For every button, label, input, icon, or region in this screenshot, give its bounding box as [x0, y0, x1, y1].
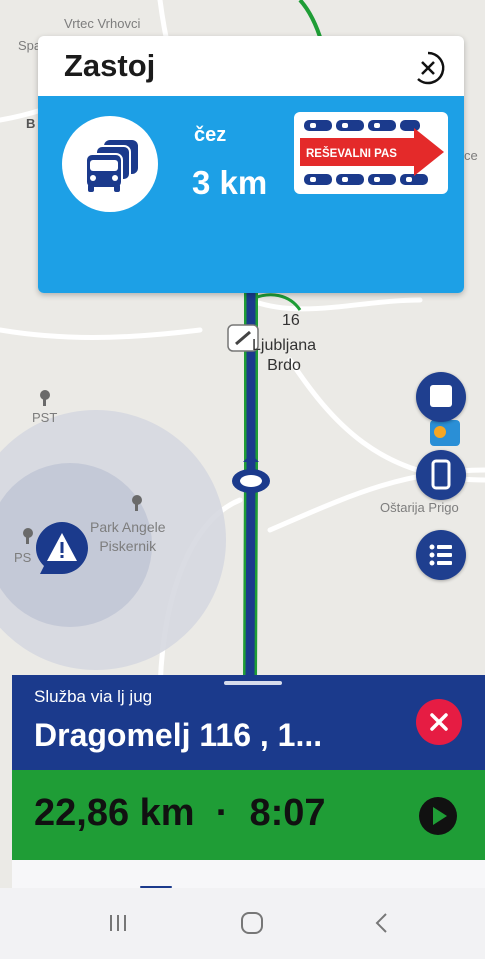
map-label: Vrtec Vrhovci [64, 16, 141, 31]
screen-button[interactable] [416, 450, 466, 500]
eta-text: 22,86 km · 8:07 [34, 792, 326, 834]
map-label: Oštarija Prigo [380, 500, 459, 515]
map-label: PST [32, 410, 58, 425]
lane-sign-text: REŠEVALNI PAS [306, 147, 397, 160]
list-button[interactable] [416, 530, 466, 580]
eta-panel[interactable]: 22,86 km · 8:07 [12, 770, 485, 860]
list-icon [429, 544, 452, 566]
close-icon[interactable] [410, 50, 446, 86]
station-label: Ljubljana Brdo [252, 337, 317, 374]
home-icon[interactable] [232, 906, 272, 940]
cancel-route-button[interactable] [416, 699, 462, 745]
stop-square-icon [430, 385, 452, 407]
traffic-jam-icon [62, 116, 158, 212]
traffic-alert-card: Zastoj čez 3 km REŠEVALNI PAS [38, 36, 464, 293]
drag-handle[interactable] [224, 681, 282, 685]
phone-screen-icon [431, 459, 451, 490]
route-subtitle: Služba via lj jug [34, 687, 153, 706]
map-label: ce [464, 148, 478, 163]
system-navigation-bar [0, 888, 485, 959]
route-destination: Dragomelj 116 , 1... [34, 717, 323, 753]
back-icon[interactable] [362, 906, 402, 940]
alert-via-label: čez [194, 124, 227, 146]
map-label: PS [14, 550, 32, 565]
station-number: 16 [282, 312, 300, 329]
park-label: Park Angele Piskernik [90, 519, 166, 554]
emergency-lane-sign: REŠEVALNI PAS [294, 112, 448, 194]
alert-title: Zastoj [64, 48, 156, 83]
play-icon[interactable] [418, 796, 458, 836]
stop-button[interactable] [416, 372, 466, 422]
alert-banner: čez 3 km REŠEVALNI PAS [38, 96, 464, 293]
panel-footer-strip [12, 860, 485, 888]
map-label: B [26, 116, 36, 131]
route-panel[interactable]: Služba via lj jug Dragomelj 116 , 1... [12, 675, 485, 770]
recent-apps-icon[interactable] [98, 906, 138, 940]
warning-icon[interactable] [34, 520, 90, 576]
close-icon [430, 713, 448, 731]
alert-distance: 3 km [192, 164, 268, 201]
